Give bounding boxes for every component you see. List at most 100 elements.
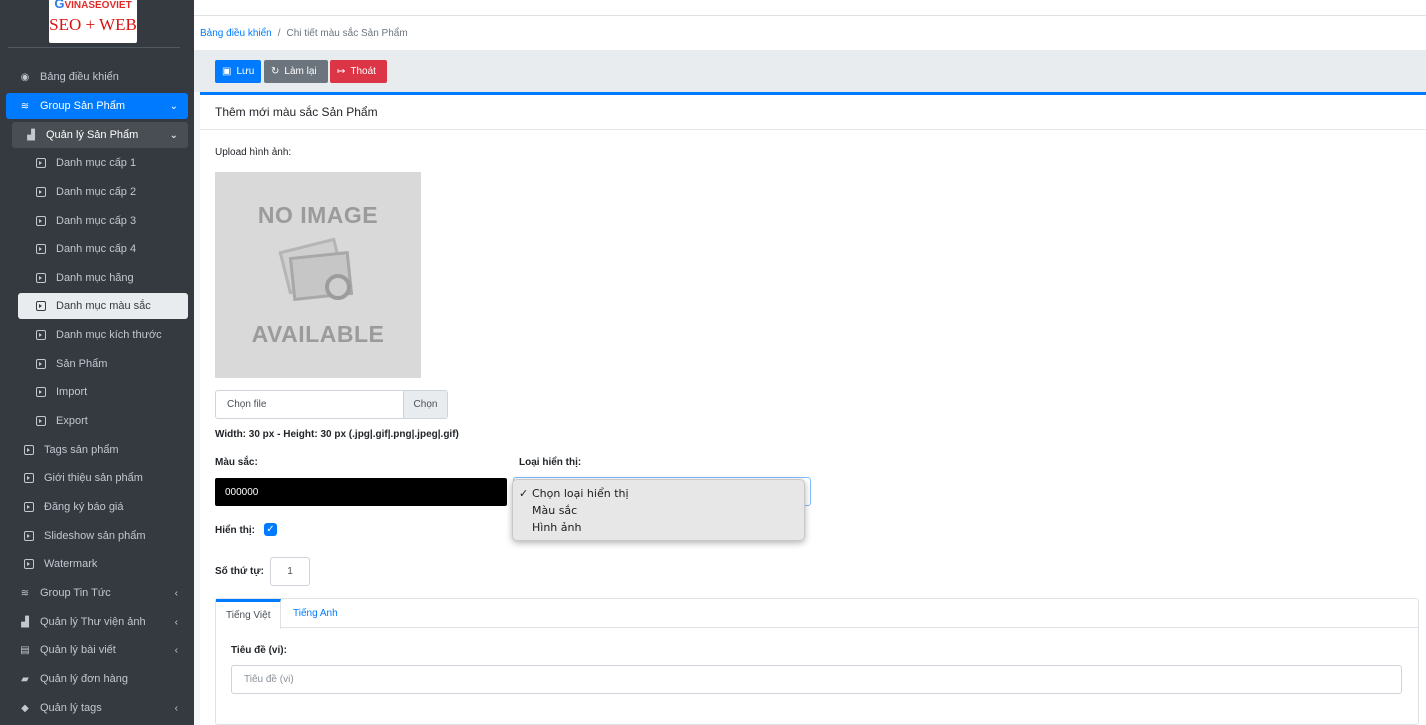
chevron-left-icon: ‹	[174, 587, 178, 599]
boxes-icon: ▟	[21, 616, 29, 628]
chevron-left-icon: ‹	[174, 616, 178, 628]
sidebar-item-brand[interactable]: Danh mục hãng	[12, 265, 188, 291]
browse-file-button[interactable]: Chọn	[403, 391, 447, 418]
sidebar-item-posts[interactable]: ▤ Quản lý bài viết ‹	[6, 637, 188, 663]
checkmark-icon: ✓	[519, 487, 529, 500]
sidebar-item-category-4[interactable]: Danh mục cấp 4	[12, 236, 188, 262]
sidebar-item-category-2[interactable]: Danh mục cấp 2	[12, 179, 188, 205]
sidebar-item-label: Danh mục cấp 4	[56, 243, 137, 255]
image-preview: NO IMAGE AVAILABLE	[215, 172, 421, 378]
sidebar-item-label: Slideshow sản phẩm	[44, 530, 146, 542]
display-type-dropdown: ✓ Chọn loại hiển thị Màu sắc Hình ảnh	[512, 479, 805, 541]
order-label: Số thứ tự:	[215, 566, 264, 577]
language-tabs-card: Tiếng Việt Tiếng Anh	[215, 598, 1419, 725]
color-label: Màu sắc:	[215, 457, 258, 468]
sidebar-item-product-intro[interactable]: Giới thiệu sản phẩm	[12, 465, 188, 491]
title-vi-input[interactable]: Tiêu đề (vi)	[231, 665, 1402, 694]
exit-button[interactable]: ↦ Thoát	[330, 60, 387, 83]
reset-button[interactable]: ↻ Làm lại	[264, 60, 328, 83]
sidebar-item-tags[interactable]: ◆ Quản lý tags ‹	[6, 695, 188, 721]
sidebar-item-label: Quản lý Thư viện ảnh	[40, 616, 146, 628]
tab-vietnamese[interactable]: Tiếng Việt	[216, 599, 282, 629]
sidebar-item-gallery[interactable]: ▟ Quản lý Thư viện ảnh ‹	[6, 609, 188, 635]
play-square-icon	[34, 242, 48, 256]
newspaper-icon: ▤	[20, 644, 30, 656]
play-square-icon	[22, 529, 36, 543]
sidebar-item-label: Danh mục màu sắc	[56, 300, 151, 312]
tags-icon: ◆	[21, 702, 29, 714]
check-icon: ✓	[266, 523, 275, 535]
play-square-icon	[22, 471, 36, 485]
logo-g-icon: G	[54, 0, 65, 11]
breadcrumb: Bảng điều khiển / Chi tiết màu sắc Sản P…	[194, 16, 1426, 50]
sidebar-item-label: Quản lý bài viết	[40, 644, 116, 656]
sidebar-item-label: Danh mục cấp 2	[56, 186, 137, 198]
visible-label: Hiển thị:	[215, 525, 255, 536]
sidebar-item-dashboard[interactable]: ◉ Bảng điều khiển	[6, 64, 188, 90]
logo[interactable]: GVINASEOVIET SEO + WEB	[49, 0, 137, 43]
breadcrumb-current: Chi tiết màu sắc Sản Phẩm	[286, 27, 408, 39]
sidebar-item-orders[interactable]: ▰ Quản lý đơn hàng	[6, 666, 188, 692]
sidebar-item-group-news[interactable]: ≋ Group Tin Tức ‹	[6, 580, 188, 606]
play-square-icon	[34, 185, 48, 199]
sidebar-item-size[interactable]: Danh mục kích thước	[12, 322, 188, 348]
sidebar-item-watermark[interactable]: Watermark	[12, 551, 188, 577]
boxes-icon: ▟	[27, 129, 35, 141]
display-type-option[interactable]: Màu sắc	[513, 502, 804, 519]
display-type-label: Loại hiển thị:	[519, 457, 582, 468]
visible-checkbox[interactable]: ✓	[264, 523, 277, 536]
display-type-option[interactable]: ✓ Chọn loại hiển thị	[513, 485, 804, 502]
sidebar-item-category-1[interactable]: Danh mục cấp 1	[12, 150, 188, 176]
sidebar-item-export[interactable]: Export	[12, 408, 188, 434]
breadcrumb-home-link[interactable]: Bảng điều khiển	[200, 28, 272, 39]
card-title: Thêm mới màu sắc Sản Phẩm	[200, 95, 1426, 130]
sidebar-item-slideshow[interactable]: Slideshow sản phẩm	[12, 523, 188, 549]
play-square-icon	[34, 214, 48, 228]
tab-english[interactable]: Tiếng Anh	[283, 599, 348, 628]
file-upload-field[interactable]: Chọn file Chọn	[215, 390, 448, 419]
sidebar-item-label: Sản Phẩm	[56, 358, 108, 370]
title-vi-label: Tiêu đề (vi):	[231, 645, 287, 656]
play-square-icon	[34, 156, 48, 170]
sidebar-item-product-tags[interactable]: Tags sản phẩm	[12, 437, 188, 463]
sidebar-item-label: Quản lý đơn hàng	[40, 673, 128, 685]
order-input[interactable]: 1	[270, 557, 310, 586]
color-picker-input[interactable]: 000000	[215, 478, 507, 506]
exit-button-label: Thoát	[350, 66, 376, 77]
sidebar-item-group-products[interactable]: ≋ Group Sản Phẩm ⌄	[6, 93, 188, 119]
sidebar-item-product-management[interactable]: ▟ Quản lý Sản Phẩm ⌄	[12, 122, 188, 148]
sidebar-item-label: Danh mục hãng	[56, 272, 134, 284]
sidebar-item-label: Export	[56, 415, 88, 427]
sidebar: GVINASEOVIET SEO + WEB ◉ Bảng điều khiển…	[0, 0, 194, 725]
sidebar-item-products[interactable]: Sản Phẩm	[12, 351, 188, 377]
sidebar-item-color[interactable]: Danh mục màu sắc	[18, 293, 188, 319]
sidebar-item-label: Bảng điều khiển	[40, 71, 119, 83]
sidebar-item-label: Danh mục kích thước	[56, 329, 162, 341]
sidebar-item-label: Danh mục cấp 1	[56, 157, 137, 169]
sidebar-item-import[interactable]: Import	[12, 379, 188, 405]
camera-photo-icon	[275, 237, 361, 310]
display-type-option[interactable]: Hình ảnh	[513, 519, 804, 536]
chevron-down-icon: ⌄	[169, 129, 178, 141]
play-square-icon	[22, 500, 36, 514]
sidebar-item-label: Import	[56, 386, 88, 398]
language-tab-bar: Tiếng Việt Tiếng Anh	[216, 599, 1418, 629]
sidebar-item-label: Watermark	[44, 558, 98, 570]
upload-label: Upload hình ảnh:	[215, 147, 292, 158]
save-button[interactable]: ▣ Lưu	[215, 60, 261, 83]
play-square-icon	[22, 557, 36, 571]
sidebar-item-quote-register[interactable]: Đăng ký báo giá	[12, 494, 188, 520]
play-square-icon	[34, 328, 48, 342]
noimage-bottom-text: AVAILABLE	[251, 321, 385, 347]
play-square-icon	[34, 414, 48, 428]
image-size-hint: Width: 30 px - Height: 30 px (.jpg|.gif|…	[215, 429, 459, 440]
file-name-display: Chọn file	[227, 399, 267, 410]
layers-icon: ≋	[20, 587, 30, 599]
sidebar-item-label: Group Sản Phẩm	[40, 100, 125, 112]
chevron-left-icon: ‹	[174, 644, 178, 656]
sidebar-divider	[8, 47, 180, 48]
play-square-icon	[34, 385, 48, 399]
sidebar-item-label: Tags sản phẩm	[44, 444, 119, 456]
sidebar-item-category-3[interactable]: Danh mục cấp 3	[12, 208, 188, 234]
sidebar-item-label: Đăng ký báo giá	[44, 501, 124, 513]
